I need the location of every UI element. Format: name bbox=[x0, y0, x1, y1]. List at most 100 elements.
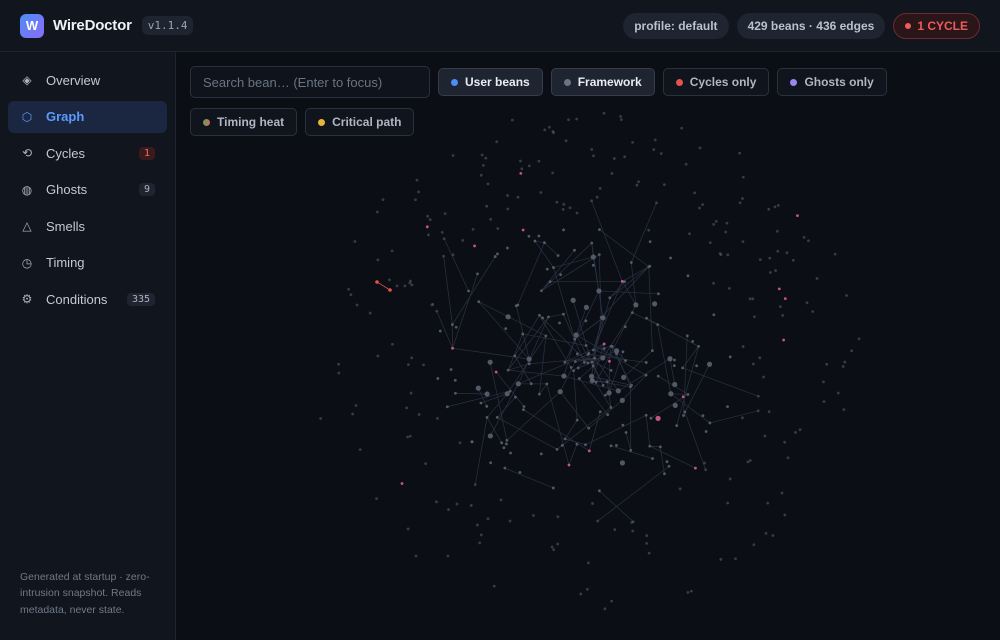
bean-node[interactable] bbox=[598, 228, 601, 232]
bean-node[interactable] bbox=[822, 380, 825, 384]
bean-node[interactable] bbox=[556, 515, 560, 519]
bean-node[interactable] bbox=[583, 304, 590, 311]
bean-node[interactable] bbox=[406, 527, 410, 531]
bean-node[interactable] bbox=[655, 201, 658, 205]
bean-node[interactable] bbox=[555, 200, 559, 204]
bean-node[interactable] bbox=[782, 338, 786, 342]
bean-node[interactable] bbox=[758, 258, 762, 262]
bean-node[interactable] bbox=[544, 334, 548, 338]
bean-node[interactable] bbox=[748, 297, 752, 301]
bean-node[interactable] bbox=[467, 289, 470, 293]
bean-node[interactable] bbox=[527, 164, 531, 168]
bean-node[interactable] bbox=[751, 362, 755, 366]
bean-node[interactable] bbox=[752, 543, 756, 547]
bean-node[interactable] bbox=[390, 249, 394, 253]
bean-node[interactable] bbox=[798, 428, 802, 432]
filter-framework[interactable]: Framework bbox=[550, 68, 655, 96]
bean-node[interactable] bbox=[728, 355, 732, 359]
bean-node[interactable] bbox=[805, 301, 809, 305]
bean-node[interactable] bbox=[734, 557, 737, 561]
bean-node[interactable] bbox=[615, 443, 618, 447]
bean-node[interactable] bbox=[400, 482, 404, 485]
bean-node[interactable] bbox=[686, 591, 690, 594]
bean-node[interactable] bbox=[355, 303, 359, 307]
bean-node[interactable] bbox=[555, 447, 559, 451]
bean-node[interactable] bbox=[794, 431, 797, 434]
bean-node[interactable] bbox=[685, 334, 689, 338]
bean-node[interactable] bbox=[552, 266, 555, 269]
bean-node[interactable] bbox=[591, 263, 595, 267]
bean-node[interactable] bbox=[796, 214, 799, 218]
bean-node[interactable] bbox=[586, 361, 590, 365]
bean-node[interactable] bbox=[485, 204, 489, 208]
bean-node[interactable] bbox=[655, 415, 661, 421]
bean-node[interactable] bbox=[518, 470, 522, 474]
bean-node[interactable] bbox=[726, 405, 729, 409]
bean-node[interactable] bbox=[645, 534, 649, 537]
bean-node[interactable] bbox=[602, 347, 606, 350]
bean-node[interactable] bbox=[596, 288, 602, 294]
bean-node[interactable] bbox=[540, 289, 543, 293]
bean-node[interactable] bbox=[741, 175, 745, 179]
bean-node[interactable] bbox=[738, 201, 742, 205]
bean-node[interactable] bbox=[741, 416, 744, 420]
bean-node[interactable] bbox=[543, 241, 546, 245]
bean-node[interactable] bbox=[584, 443, 587, 447]
bean-node[interactable] bbox=[620, 374, 627, 381]
bean-node[interactable] bbox=[673, 358, 676, 362]
bean-node[interactable] bbox=[442, 237, 446, 241]
cycle-node[interactable] bbox=[388, 288, 392, 292]
bean-node[interactable] bbox=[708, 421, 712, 425]
bean-node[interactable] bbox=[505, 314, 511, 320]
bean-node[interactable] bbox=[756, 394, 760, 398]
bean-node[interactable] bbox=[590, 241, 594, 245]
bean-node[interactable] bbox=[681, 395, 685, 399]
bean-node[interactable] bbox=[414, 198, 417, 202]
bean-node[interactable] bbox=[537, 234, 541, 238]
bean-node[interactable] bbox=[520, 167, 524, 171]
bean-node[interactable] bbox=[635, 183, 639, 187]
bean-node[interactable] bbox=[623, 280, 627, 284]
bean-node[interactable] bbox=[590, 199, 593, 203]
bean-node[interactable] bbox=[704, 468, 708, 472]
bean-node[interactable] bbox=[446, 554, 450, 558]
bean-node[interactable] bbox=[586, 353, 590, 356]
bean-node[interactable] bbox=[436, 417, 439, 420]
bean-node[interactable] bbox=[538, 313, 541, 317]
bean-node[interactable] bbox=[857, 337, 861, 341]
bean-node[interactable] bbox=[453, 378, 457, 382]
bean-node[interactable] bbox=[763, 434, 767, 438]
bean-node[interactable] bbox=[388, 278, 391, 282]
bean-node[interactable] bbox=[527, 234, 531, 238]
bean-node[interactable] bbox=[650, 349, 654, 352]
bean-node[interactable] bbox=[594, 380, 598, 384]
bean-node[interactable] bbox=[629, 261, 633, 264]
bean-node[interactable] bbox=[479, 173, 483, 177]
bean-node[interactable] bbox=[485, 416, 489, 419]
bean-node[interactable] bbox=[424, 462, 428, 466]
bean-node[interactable] bbox=[516, 303, 520, 307]
bean-node[interactable] bbox=[644, 361, 648, 364]
bean-node[interactable] bbox=[631, 520, 635, 524]
bean-node[interactable] bbox=[337, 362, 341, 366]
bean-node[interactable] bbox=[584, 319, 588, 323]
bean-node[interactable] bbox=[493, 255, 497, 258]
bean-node[interactable] bbox=[506, 194, 509, 197]
bean-node[interactable] bbox=[683, 410, 687, 414]
bean-node[interactable] bbox=[783, 440, 787, 444]
bean-node[interactable] bbox=[504, 442, 508, 446]
bean-node[interactable] bbox=[533, 239, 537, 243]
bean-node[interactable] bbox=[469, 504, 473, 507]
bean-node[interactable] bbox=[431, 302, 435, 306]
bean-node[interactable] bbox=[728, 477, 732, 481]
bean-node[interactable] bbox=[619, 460, 626, 466]
sidebar-item-cycles[interactable]: ⟲ Cycles 1 bbox=[8, 137, 167, 169]
bean-node[interactable] bbox=[751, 297, 755, 301]
bean-node[interactable] bbox=[589, 378, 595, 384]
bean-node[interactable] bbox=[777, 287, 781, 291]
bean-node[interactable] bbox=[489, 461, 493, 465]
bean-node[interactable] bbox=[487, 359, 493, 365]
bean-node[interactable] bbox=[665, 460, 669, 464]
bean-search-input[interactable] bbox=[190, 66, 430, 98]
bean-node[interactable] bbox=[631, 529, 635, 533]
